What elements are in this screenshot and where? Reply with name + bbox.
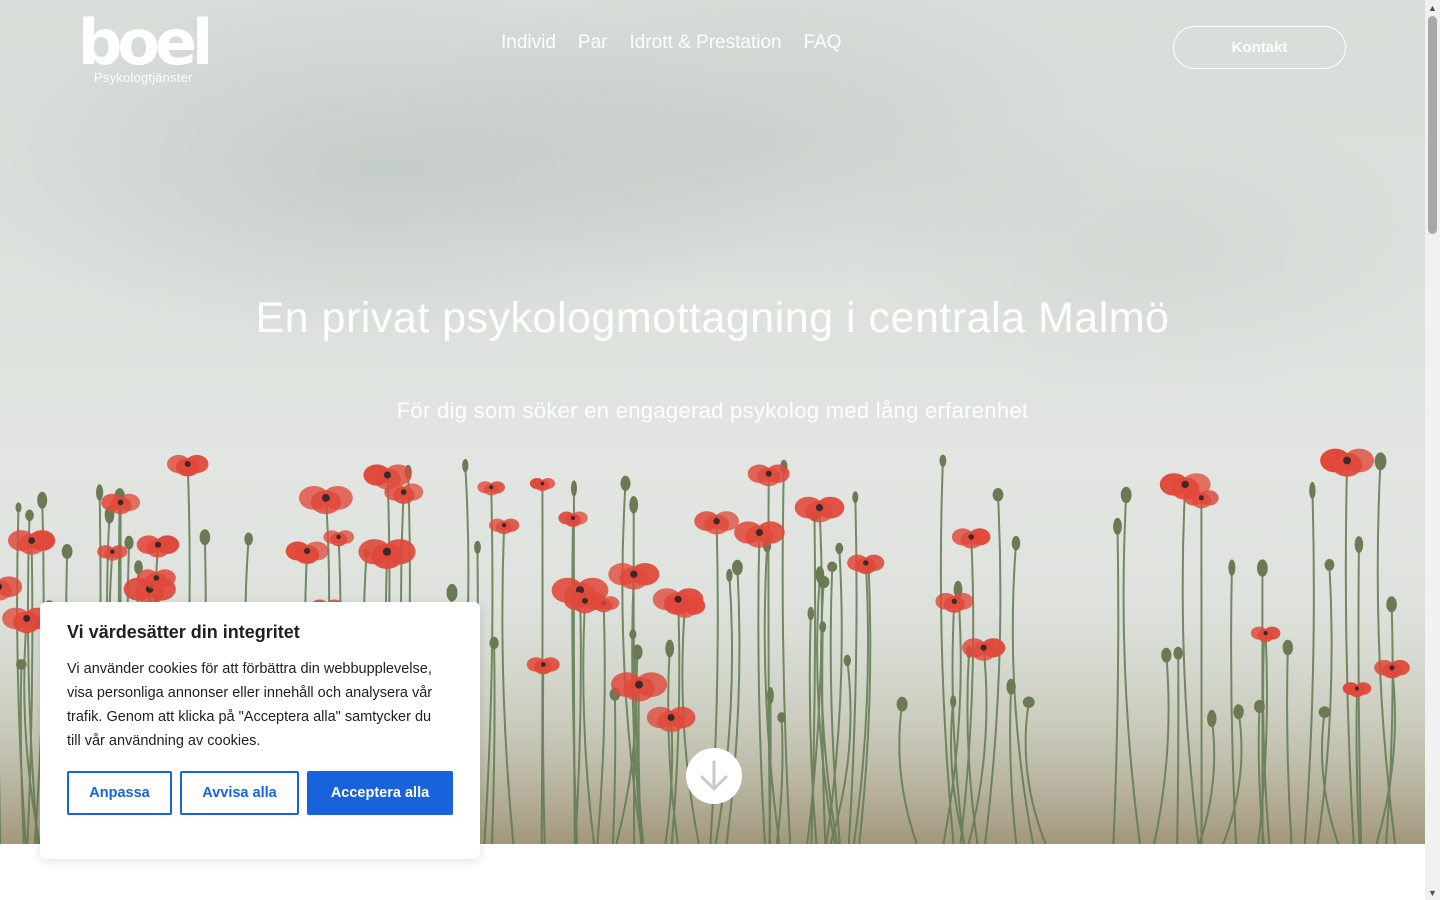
poppy-flower — [694, 511, 739, 535]
poppy-bud — [732, 559, 743, 576]
poppy-stem — [1176, 653, 1180, 844]
brand-logo[interactable]: boel Psykologtjänster — [78, 6, 213, 88]
poppy-flower — [847, 554, 885, 574]
poppy-flower — [384, 483, 424, 504]
poppy-bud — [124, 535, 134, 550]
poppy-bud — [632, 644, 643, 660]
poppy-bud — [629, 629, 637, 640]
poppy-flower — [97, 545, 128, 561]
poppy-bud — [446, 583, 458, 602]
poppy-bud — [571, 480, 577, 497]
poppy-flower — [167, 454, 209, 477]
poppy-bud — [474, 540, 481, 554]
poppy-bud — [992, 488, 1004, 502]
poppy-bud — [852, 491, 859, 504]
poppy-bud — [1386, 596, 1397, 613]
poppy-bud — [462, 459, 469, 473]
poppy-bud — [1318, 706, 1331, 718]
poppy-bud — [1282, 639, 1294, 656]
poppy-flower — [477, 481, 505, 496]
poppy-bud — [818, 575, 830, 589]
poppy-bud — [620, 475, 631, 491]
poppy-flower — [298, 486, 353, 515]
scroll-down-button[interactable] — [686, 748, 742, 804]
poppy-bud — [896, 696, 908, 712]
poppy-bud — [629, 496, 639, 514]
poppy-bud — [61, 544, 73, 559]
poppy-flower — [285, 541, 329, 564]
scroll-down-arrow-icon[interactable]: ▼ — [1425, 885, 1440, 900]
poppy-bud — [1022, 696, 1035, 708]
poppy-bud — [1309, 482, 1316, 499]
poppy-bud — [96, 484, 104, 501]
poppy-bud — [1228, 559, 1236, 576]
scroll-up-arrow-icon[interactable]: ▲ — [1425, 0, 1440, 15]
poppy-bud — [489, 636, 499, 650]
reject-all-button[interactable]: Avvisa alla — [180, 771, 299, 815]
poppy-flower — [1320, 448, 1375, 477]
poppy-bud — [15, 502, 22, 513]
poppy-flower — [358, 539, 416, 569]
scrollbar-thumb[interactable] — [1428, 16, 1437, 234]
poppy-flower — [8, 530, 56, 555]
poppy-bud — [1173, 646, 1183, 660]
poppy-bud — [1354, 536, 1364, 553]
poppy-bud — [939, 454, 947, 467]
nav-item-idrott-prestation[interactable]: Idrott & Prestation — [630, 32, 782, 54]
poppy-bud — [37, 491, 48, 509]
poppy-bud — [835, 542, 844, 554]
poppy-flower — [951, 528, 991, 549]
cookie-text: Vi använder cookies för att förbättra di… — [67, 661, 433, 749]
poppy-bud — [827, 561, 838, 573]
poppy-flower — [529, 478, 555, 491]
poppy-bud — [726, 568, 733, 582]
cookie-actions: Anpassa Avvisa alla Acceptera alla — [67, 771, 453, 815]
poppy-bud — [1120, 486, 1132, 504]
main-nav: Individ Par Idrott & Prestation FAQ — [501, 32, 842, 54]
logo-wordmark: boel — [78, 6, 213, 79]
poppy-bud — [1233, 704, 1244, 720]
poppy-bud — [1374, 452, 1387, 471]
poppy-bud — [199, 529, 211, 546]
poppy-flower — [363, 464, 412, 490]
poppy-bud — [819, 621, 827, 633]
poppy-flower — [136, 535, 180, 558]
poppy-bud — [1011, 536, 1021, 551]
logo-subtitle: Psykologtjänster — [94, 70, 193, 85]
nav-item-par[interactable]: Par — [578, 32, 608, 54]
poppy-bud — [1113, 517, 1122, 535]
poppy-flower — [489, 518, 520, 535]
hero-title: En privat psykologmottagning i centrala … — [255, 294, 1170, 342]
poppy-bud — [1006, 678, 1016, 695]
poppy-bud — [767, 687, 774, 705]
poppy-bud — [1207, 709, 1217, 728]
poppy-bud — [777, 712, 786, 723]
customize-button[interactable]: Anpassa — [67, 771, 172, 815]
poppy-bud — [25, 509, 34, 521]
cookie-title: Vi värdesätter din integritet — [67, 622, 300, 642]
poppy-bud — [1257, 559, 1268, 577]
poppy-bud — [1161, 647, 1172, 663]
poppy-bud — [843, 654, 851, 667]
poppy-bud — [15, 659, 27, 670]
accept-all-button[interactable]: Acceptera alla — [307, 771, 453, 815]
hero-subtitle: För dig som söker en engagerad psykolog … — [396, 398, 1029, 423]
poppy-bud — [807, 606, 815, 621]
page-scrollbar[interactable]: ▲ ▼ — [1425, 0, 1440, 900]
arrow-down-icon — [700, 760, 728, 791]
poppy-bud — [244, 532, 253, 546]
poppy-bud — [950, 695, 957, 708]
poppy-bud — [1324, 558, 1335, 571]
contact-button[interactable]: Kontakt — [1173, 26, 1346, 69]
poppy-bud — [1254, 699, 1265, 714]
nav-item-faq[interactable]: FAQ — [804, 32, 842, 54]
nav-item-individ[interactable]: Individ — [501, 32, 556, 54]
poppy-flower — [794, 496, 845, 523]
cookie-consent-banner: Vi värdesätter din integritet Vi använde… — [40, 602, 480, 859]
poppy-flower — [734, 521, 785, 548]
poppy-bud — [665, 639, 675, 658]
